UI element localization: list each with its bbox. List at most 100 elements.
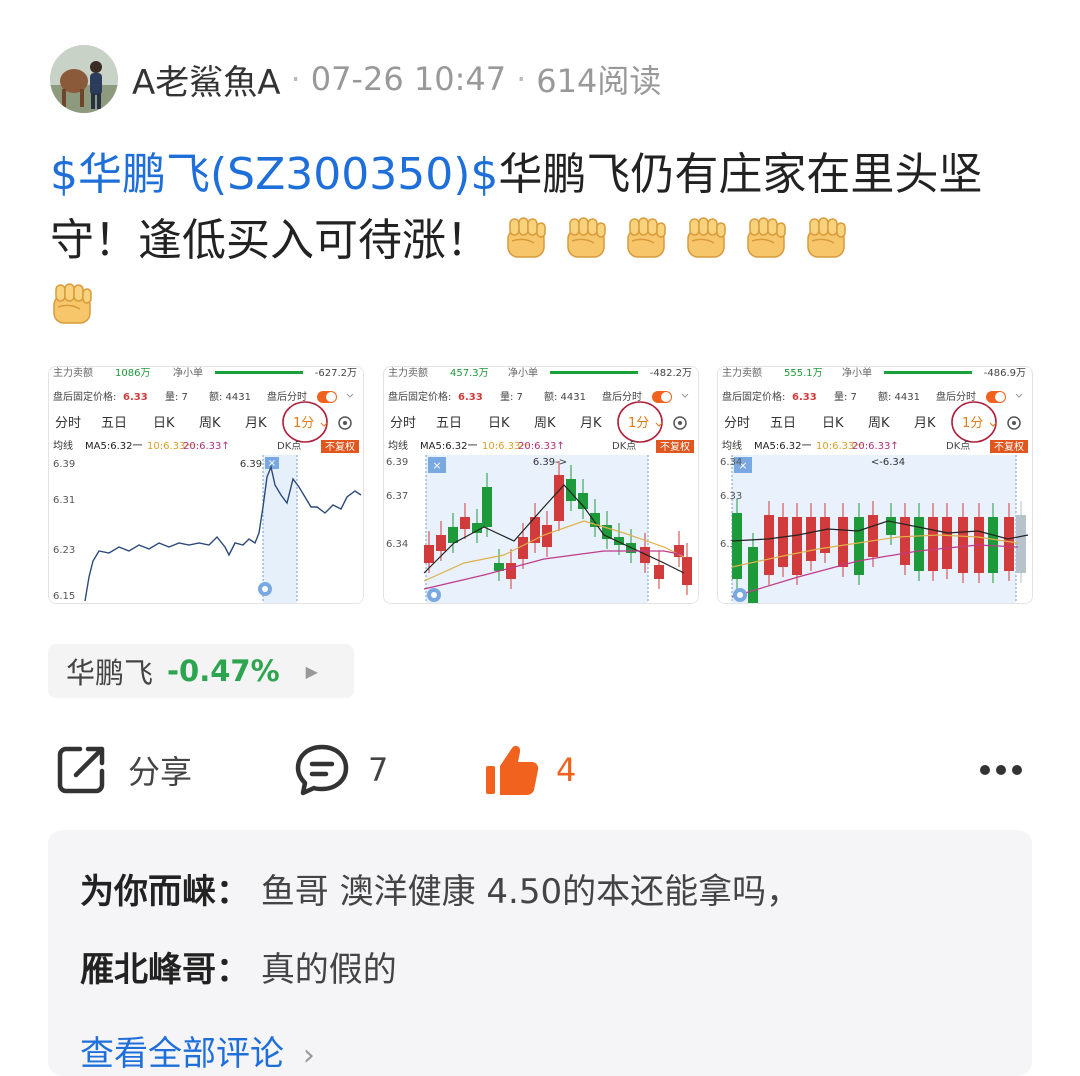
svg-text:月K: 月K — [245, 416, 267, 431]
svg-text:6.23: 6.23 — [53, 545, 75, 556]
svg-text:<-6.34: <-6.34 — [871, 457, 905, 468]
svg-text:6.31: 6.31 — [53, 495, 75, 506]
meta-dot: · — [290, 60, 301, 98]
svg-text:6.37: 6.37 — [386, 491, 408, 502]
svg-text:盘后固定价格:: 盘后固定价格: — [722, 390, 785, 403]
author-avatar[interactable] — [50, 45, 118, 113]
chart-image: 主力卖额 457.3万 净小单 -482.2万盘后固定价格: 6.33 量: 7 额: 44… — [384, 367, 698, 603]
svg-text:6.33: 6.33 — [123, 392, 148, 403]
raised-fist-icon — [684, 214, 730, 260]
svg-text:主力卖额: 主力卖额 — [722, 367, 762, 379]
comment-item[interactable]: 雁北峰哥： 真的假的 — [80, 942, 397, 991]
comment-user[interactable]: 为你而崃 — [80, 872, 216, 912]
chart-thumbnail-1[interactable]: 主力卖额 1086万 净小单 -627.2万 盘后固定价格: 6.33 量: 7 额: 443… — [48, 366, 364, 604]
stock-link[interactable]: $华鹏飞(SZ300350)$ — [50, 149, 498, 200]
svg-text:555.1万: 555.1万 — [784, 368, 823, 379]
svg-text:额: 4431: 额: 4431 — [209, 390, 251, 403]
post-meta: · 07-26 10:47 · 614阅读 — [281, 56, 662, 102]
svg-text:1分: 1分 — [962, 416, 983, 431]
svg-text:DK点: DK点 — [946, 440, 970, 452]
svg-text:均线: 均线 — [53, 439, 73, 452]
svg-text:日K: 日K — [822, 416, 844, 431]
raised-fist-icon — [744, 214, 790, 260]
chart-thumbnail-2[interactable]: 主力卖额 457.3万 净小单 -482.2万 盘后固定价格: 6.33 量: 7 额: 44… — [383, 366, 699, 604]
more-dots-icon — [980, 765, 1022, 775]
svg-text:MA5:6.32一: MA5:6.32一 — [85, 441, 142, 452]
chart-image: 主力卖额 1086万 净小单 -627.2万盘后固定价格: 6.33 量: 7 额: 443… — [49, 367, 363, 603]
comment-colon: ： — [216, 872, 250, 912]
post-body: $华鹏飞(SZ300350)$华鹏飞仍有庄家在里头坚守！逢低买入可待涨！ — [50, 142, 1030, 340]
svg-text:盘后分时: 盘后分时 — [267, 390, 307, 403]
svg-text:DK点: DK点 — [612, 440, 636, 452]
svg-text:6.33: 6.33 — [458, 392, 483, 403]
svg-text:盘后固定价格:: 盘后固定价格: — [388, 390, 451, 403]
svg-text:MA5:6.32一: MA5:6.32一 — [420, 441, 477, 452]
svg-text:1分: 1分 — [628, 416, 649, 431]
author-name[interactable]: A老鯊魚A — [132, 55, 281, 104]
svg-text:6.33: 6.33 — [792, 392, 817, 403]
post-header: A老鯊魚A · 07-26 10:47 · 614阅读 — [50, 44, 661, 114]
chart-thumbnail-3[interactable]: 主力卖额 555.1万 净小单 -486.9万 盘后固定价格: 6.33 量: 7 额: 44… — [717, 366, 1033, 604]
svg-text:均线: 均线 — [388, 439, 408, 452]
svg-text:不复权: 不复权 — [325, 440, 355, 453]
raised-fist-icon — [804, 214, 850, 260]
svg-text:6.34: 6.34 — [720, 457, 742, 468]
svg-text:MA5:6.32一: MA5:6.32一 — [754, 441, 811, 452]
stock-card-name: 华鹏飞 — [66, 656, 154, 690]
svg-text:额: 4431: 额: 4431 — [878, 390, 920, 403]
play-arrow-icon: ▶ — [305, 661, 318, 681]
like-button[interactable]: 4 — [484, 740, 576, 800]
svg-text:分时: 分时 — [724, 416, 750, 431]
svg-text:周K: 周K — [199, 416, 221, 431]
svg-text:6.39: 6.39 — [53, 459, 75, 470]
svg-text:净小单: 净小单 — [173, 367, 203, 379]
raised-fist-icon — [50, 280, 96, 326]
stock-card[interactable]: 华鹏飞 -0.47% ▶ — [48, 644, 354, 698]
svg-text:20:6.33↑: 20:6.33↑ — [518, 441, 565, 452]
thumbs-up-icon — [486, 745, 539, 795]
svg-text:×: × — [268, 458, 276, 469]
more-button[interactable] — [978, 740, 1024, 800]
raised-fist-icon — [624, 214, 670, 260]
svg-text:盘后分时: 盘后分时 — [936, 390, 976, 403]
svg-text:量: 7: 量: 7 — [500, 391, 523, 403]
svg-text:6.34: 6.34 — [386, 539, 408, 550]
comment-button[interactable]: 7 — [294, 740, 388, 800]
chevron-right-icon: › — [302, 1038, 315, 1073]
svg-text:-627.2万: -627.2万 — [315, 368, 357, 379]
view-all-comments-link[interactable]: 查看全部评论 › — [80, 1026, 315, 1075]
svg-text:×: × — [432, 459, 441, 472]
svg-text:20:6.33↑: 20:6.33↑ — [852, 441, 899, 452]
svg-text:6.39: 6.39 — [240, 459, 262, 470]
svg-text:不复权: 不复权 — [994, 440, 1024, 453]
svg-text:月K: 月K — [580, 416, 602, 431]
view-all-label: 查看全部评论 — [80, 1034, 284, 1074]
svg-text:日K: 日K — [153, 416, 175, 431]
chart-thumbnails: 主力卖额 1086万 净小单 -627.2万 盘后固定价格: 6.33 量: 7 额: 443… — [48, 366, 1033, 604]
raised-fist-icon — [564, 214, 610, 260]
post-time: 07-26 10:47 — [310, 60, 507, 98]
svg-text:20:6.33↑: 20:6.33↑ — [183, 441, 230, 452]
share-label: 分享 — [128, 753, 193, 791]
svg-text:6.33: 6.33 — [720, 491, 742, 502]
svg-text:额: 4431: 额: 4431 — [544, 390, 586, 403]
share-icon — [57, 746, 105, 794]
stock-card-change: -0.47% — [167, 654, 280, 688]
comment-user[interactable]: 雁北峰哥 — [80, 950, 216, 990]
svg-text:净小单: 净小单 — [842, 367, 872, 379]
svg-text:不复权: 不复权 — [660, 440, 690, 453]
comment-count: 7 — [368, 751, 389, 789]
comments-preview: 为你而崃： 鱼哥 澳洋健康 4.50的本还能拿吗， 雁北峰哥： 真的假的 查看全… — [48, 830, 1032, 1076]
svg-text:五日: 五日 — [770, 416, 796, 431]
comment-text: 鱼哥 澳洋健康 4.50的本还能拿吗， — [260, 872, 801, 912]
comment-colon: ： — [216, 950, 250, 990]
svg-text:均线: 均线 — [722, 439, 742, 452]
share-button[interactable]: 分享 — [54, 740, 192, 800]
svg-text:五日: 五日 — [101, 416, 127, 431]
comment-bubble-icon — [295, 744, 349, 796]
svg-text:盘后固定价格:: 盘后固定价格: — [53, 390, 116, 403]
svg-text:分时: 分时 — [55, 416, 81, 431]
svg-text:457.3万: 457.3万 — [450, 368, 489, 379]
svg-text:五日: 五日 — [436, 416, 462, 431]
comment-item[interactable]: 为你而崃： 鱼哥 澳洋健康 4.50的本还能拿吗， — [80, 864, 800, 913]
